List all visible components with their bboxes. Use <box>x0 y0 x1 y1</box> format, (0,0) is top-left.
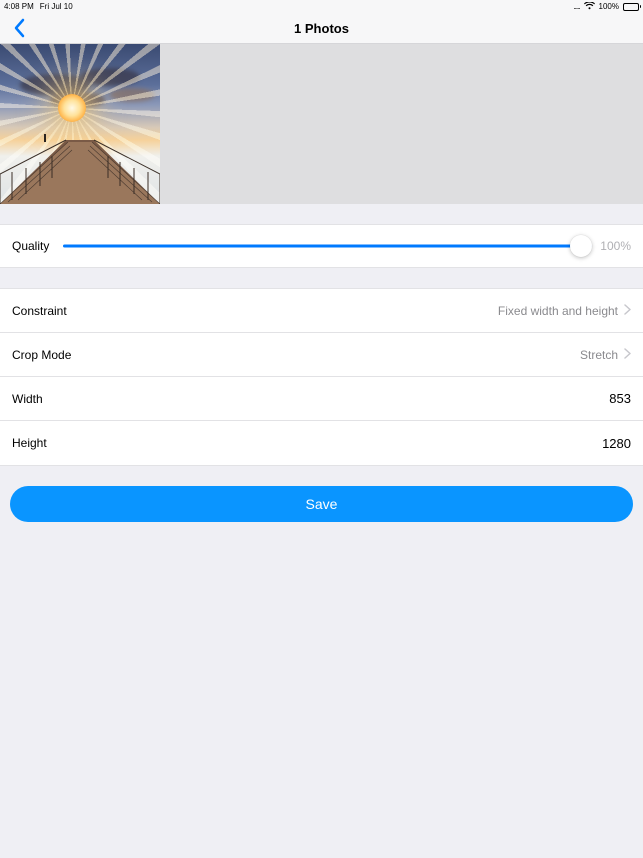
quality-label: Quality <box>12 239 49 253</box>
cellular-icon: ..... <box>573 2 579 11</box>
battery-percent: 100% <box>599 2 619 11</box>
quality-row: Quality 100% <box>0 224 643 268</box>
save-button[interactable]: Save <box>10 486 633 522</box>
chevron-right-icon <box>624 304 631 318</box>
quality-value: 100% <box>600 239 631 253</box>
quality-slider[interactable] <box>63 232 592 260</box>
slider-thumb[interactable] <box>570 235 592 257</box>
height-row[interactable]: Height 1280 <box>0 421 643 465</box>
battery-icon <box>623 3 639 11</box>
constraint-label: Constraint <box>12 304 67 318</box>
crop-mode-row[interactable]: Crop Mode Stretch <box>0 333 643 377</box>
width-label: Width <box>12 392 43 406</box>
constraint-value: Fixed width and height <box>67 304 618 318</box>
page-title: 1 Photos <box>0 21 643 36</box>
photo-thumbnail[interactable] <box>0 44 160 204</box>
status-date: Fri Jul 10 <box>40 2 73 11</box>
back-button[interactable] <box>8 16 32 40</box>
status-bar: 4:08 PM Fri Jul 10 ..... 100% <box>0 0 643 13</box>
width-value: 853 <box>43 391 631 406</box>
wifi-icon <box>584 2 595 12</box>
crop-mode-label: Crop Mode <box>12 348 71 362</box>
height-value: 1280 <box>47 436 631 451</box>
crop-mode-value: Stretch <box>71 348 618 362</box>
settings-group: Constraint Fixed width and height Crop M… <box>0 288 643 466</box>
nav-bar: 1 Photos <box>0 13 643 44</box>
status-time: 4:08 PM <box>4 2 34 11</box>
photo-strip <box>0 44 643 204</box>
constraint-row[interactable]: Constraint Fixed width and height <box>0 289 643 333</box>
height-label: Height <box>12 436 47 450</box>
chevron-right-icon <box>624 348 631 362</box>
width-row[interactable]: Width 853 <box>0 377 643 421</box>
chevron-left-icon <box>13 18 27 38</box>
